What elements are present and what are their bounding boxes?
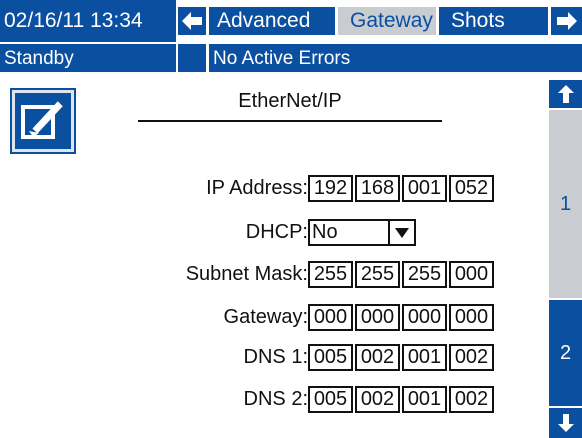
chevron-down-icon <box>395 227 409 238</box>
down-arrow-icon <box>557 414 574 432</box>
dns2-label: DNS 2: <box>243 388 308 410</box>
gateway-octet-2[interactable]: 000 <box>355 304 400 331</box>
top-bar: 02/16/11 13:34 Advanced Gateway Shots <box>0 0 582 42</box>
ip-octet-3[interactable]: 001 <box>402 175 447 202</box>
subnet-octet-4[interactable]: 000 <box>449 261 494 288</box>
error-status: No Active Errors <box>209 42 582 72</box>
gateway-label: Gateway: <box>223 306 308 328</box>
gateway-field: 000 000 000 000 <box>308 304 496 331</box>
up-arrow-icon <box>557 85 574 103</box>
page-down-button[interactable] <box>549 408 582 438</box>
page-1-button[interactable]: 1 <box>549 110 582 298</box>
subnet-octet-3[interactable]: 255 <box>402 261 447 288</box>
dns2-field: 005 002 001 002 <box>308 386 496 413</box>
dns1-octet-4[interactable]: 002 <box>449 344 494 371</box>
ip-octet-4[interactable]: 052 <box>449 175 494 202</box>
datetime-display: 02/16/11 13:34 <box>0 0 176 42</box>
ip-address-label: IP Address: <box>206 177 308 199</box>
dhcp-dropdown-button[interactable] <box>388 221 414 244</box>
page-scroller: 1 2 <box>549 72 582 438</box>
forward-button[interactable] <box>551 7 582 35</box>
dns2-octet-2[interactable]: 002 <box>355 386 400 413</box>
right-arrow-icon <box>556 12 577 30</box>
subnet-mask-label: Subnet Mask: <box>185 263 308 285</box>
machine-status: Standby <box>0 42 176 72</box>
page-up-button[interactable] <box>549 80 582 108</box>
dhcp-value: No <box>312 221 338 243</box>
edit-pencil-icon <box>21 98 66 139</box>
gateway-octet-1[interactable]: 000 <box>308 304 353 331</box>
left-arrow-icon <box>182 12 202 30</box>
dns2-octet-3[interactable]: 001 <box>402 386 447 413</box>
dns1-label: DNS 1: <box>243 346 308 368</box>
ip-address-field: 192 168 001 052 <box>308 175 496 202</box>
title-divider <box>138 120 442 122</box>
dns1-field: 005 002 001 002 <box>308 344 496 371</box>
subnet-mask-field: 255 255 255 000 <box>308 261 496 288</box>
dns2-octet-1[interactable]: 005 <box>308 386 353 413</box>
dns1-octet-2[interactable]: 002 <box>355 344 400 371</box>
page-title: EtherNet/IP <box>238 90 342 112</box>
subnet-octet-2[interactable]: 255 <box>355 261 400 288</box>
tab-gateway[interactable]: Gateway <box>338 7 436 35</box>
edit-button[interactable] <box>10 88 76 154</box>
tab-shots[interactable]: Shots <box>439 7 548 35</box>
tab-advanced[interactable]: Advanced <box>209 7 335 35</box>
subnet-octet-1[interactable]: 255 <box>308 261 353 288</box>
back-button[interactable] <box>178 7 206 35</box>
gateway-settings-panel: EtherNet/IP IP Address: 192 168 001 052 … <box>0 72 546 438</box>
dhcp-label: DHCP: <box>245 221 308 243</box>
dhcp-select[interactable]: No <box>308 219 416 246</box>
status-indicator <box>178 42 206 72</box>
dns1-octet-3[interactable]: 001 <box>402 344 447 371</box>
dns1-octet-1[interactable]: 005 <box>308 344 353 371</box>
gateway-octet-4[interactable]: 000 <box>449 304 494 331</box>
ip-octet-1[interactable]: 192 <box>308 175 353 202</box>
gateway-octet-3[interactable]: 000 <box>402 304 447 331</box>
dns2-octet-4[interactable]: 002 <box>449 386 494 413</box>
page-2-button[interactable]: 2 <box>549 300 582 406</box>
ip-octet-2[interactable]: 168 <box>355 175 400 202</box>
